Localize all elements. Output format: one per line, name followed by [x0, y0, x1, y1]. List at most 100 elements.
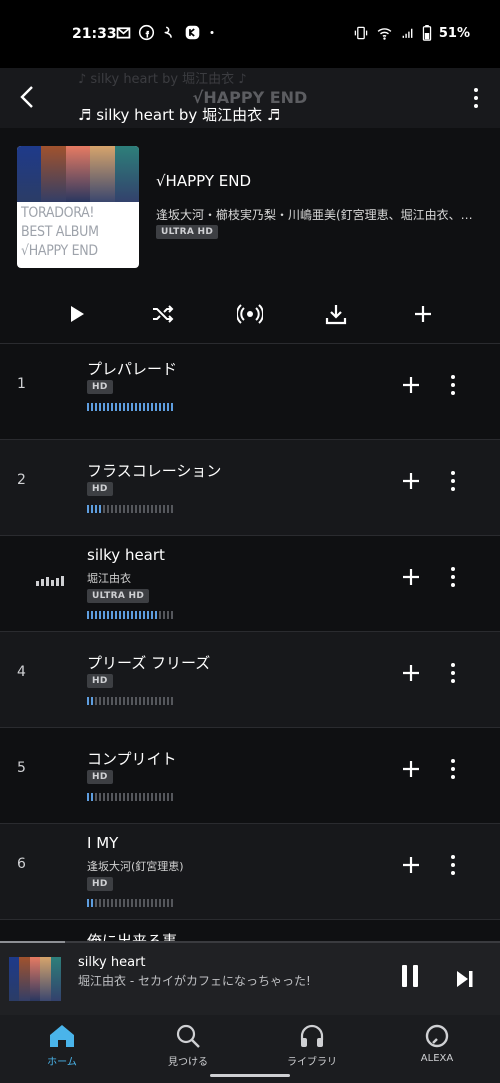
- track-title: フラスコレーション: [87, 462, 222, 480]
- signal-icon: [402, 28, 413, 38]
- pause-icon: [402, 965, 407, 987]
- facebook-icon: [138, 24, 155, 41]
- track-row[interactable]: 6 I MY 逢坂大河(釘宮理恵) HD: [0, 823, 500, 919]
- quality-bars: [87, 611, 173, 619]
- quality-badge: HD: [87, 770, 113, 784]
- battery-level: 51%: [438, 25, 470, 41]
- home-icon: [50, 1025, 74, 1047]
- add-track-button[interactable]: [398, 852, 424, 878]
- system-indicators: 51%: [353, 25, 470, 41]
- mini-player-artwork: [9, 957, 61, 1001]
- nav-library-label: ライブラリ: [287, 1057, 337, 1068]
- quality-badge: HD: [87, 482, 113, 496]
- status-bar: 21:33 51%: [0, 0, 500, 68]
- track-title: コンプリイト: [87, 750, 177, 768]
- track-title: プリーズ フリーズ: [87, 654, 211, 672]
- track-artist: 堀江由衣: [87, 572, 131, 585]
- nav-library[interactable]: ライブラリ: [262, 1019, 362, 1079]
- app-icon: [164, 26, 172, 38]
- nav-home[interactable]: ホーム: [12, 1019, 112, 1079]
- playback-progress[interactable]: [0, 941, 500, 943]
- track-row[interactable]: 4 プリーズ フリーズ HD: [0, 631, 500, 727]
- add-icon: [403, 761, 419, 777]
- quality-bars: [87, 403, 173, 411]
- track-row-playing[interactable]: silky heart 堀江由衣 ULTRA HD: [0, 535, 500, 631]
- track-more-button[interactable]: [443, 660, 463, 686]
- track-more-button[interactable]: [443, 756, 463, 782]
- play-button[interactable]: [57, 294, 97, 334]
- track-row[interactable]: 2 フラスコレーション HD: [0, 439, 500, 535]
- add-icon: [415, 306, 431, 322]
- add-icon: [403, 473, 419, 489]
- track-title: プレパレード: [87, 360, 178, 378]
- track-number: 2: [17, 472, 26, 488]
- album-artist[interactable]: 逢坂大河・櫛枝実乃梨・川嶋亜美(釘宮理恵、堀江由衣、…: [156, 206, 496, 223]
- cover-text: TORADORA! BEST ALBUM √HAPPY END: [21, 205, 99, 259]
- quality-badge: ULTRA HD: [87, 589, 150, 603]
- add-icon: [403, 569, 419, 585]
- dot-icon: [210, 31, 214, 34]
- track-title: I MY: [87, 834, 119, 852]
- track-row[interactable]: 5 コンプリイト HD: [0, 727, 500, 823]
- add-track-button[interactable]: [398, 468, 424, 494]
- track-number: 5: [17, 760, 26, 776]
- next-track-button[interactable]: [453, 965, 477, 993]
- download-button[interactable]: [316, 294, 356, 334]
- mini-player[interactable]: silky heart 堀江由衣 - セカイがカフェになっちゃった!: [0, 941, 500, 1015]
- radio-button[interactable]: [230, 294, 270, 334]
- add-icon: [403, 857, 419, 873]
- nav-home-label: ホーム: [47, 1057, 77, 1068]
- add-icon: [403, 665, 419, 681]
- quality-badge: HD: [87, 380, 113, 394]
- quality-badge: ULTRA HD: [156, 225, 219, 239]
- nav-search-label: 見つける: [168, 1057, 208, 1068]
- track-more-button[interactable]: [443, 468, 463, 494]
- track-more-button[interactable]: [443, 852, 463, 878]
- now-playing-caption: ♬ silky heart by 堀江由衣 ♬: [78, 106, 281, 124]
- add-track-button[interactable]: [398, 564, 424, 590]
- mini-player-subtitle: 堀江由衣 - セカイがカフェになっちゃった!: [78, 974, 311, 988]
- cover-art-figures: [17, 146, 139, 202]
- radio-icon: [237, 304, 263, 324]
- vibrate-icon: [354, 26, 368, 40]
- album-actions: [0, 294, 500, 334]
- track-row[interactable]: 1 プレパレード HD: [0, 343, 500, 439]
- app-header: ♪ silky heart by 堀江由衣 ♪ √HAPPY END ♬ sil…: [0, 68, 500, 128]
- track-title: silky heart: [87, 546, 165, 564]
- track-number: 4: [17, 664, 26, 680]
- add-track-button[interactable]: [398, 660, 424, 686]
- quality-badge: HD: [87, 877, 113, 891]
- add-track-button[interactable]: [398, 756, 424, 782]
- notification-icons: [115, 24, 217, 41]
- battery-icon: [422, 25, 432, 41]
- wifi-icon: [377, 28, 392, 40]
- more-options-button[interactable]: [466, 84, 486, 112]
- scrolling-caption: ♪ silky heart by 堀江由衣 ♪: [78, 72, 247, 87]
- search-icon: [176, 1024, 200, 1048]
- track-more-button[interactable]: [443, 564, 463, 590]
- album-section: TORADORA! BEST ALBUM √HAPPY END √HAPPY E…: [0, 128, 500, 343]
- track-artist: 逢坂大河(釘宮理恵): [87, 860, 184, 873]
- add-track-button[interactable]: [398, 372, 424, 398]
- gesture-bar: [210, 1074, 290, 1077]
- nav-alexa-label: ALEXA: [420, 1053, 454, 1064]
- quality-bars: [87, 793, 173, 801]
- clock: 21:33: [72, 26, 117, 42]
- track-number: 6: [17, 856, 26, 872]
- now-playing-icon: [36, 576, 64, 586]
- quality-bars: [87, 505, 173, 513]
- download-icon: [325, 305, 347, 325]
- skip-next-icon: [457, 971, 473, 987]
- track-more-button[interactable]: [443, 372, 463, 398]
- shuffle-button[interactable]: [143, 294, 183, 334]
- pause-button[interactable]: [398, 965, 422, 993]
- nav-alexa[interactable]: ALEXA: [387, 1019, 487, 1079]
- bottom-navigation: ホーム 見つける ライブラリ ALEXA: [0, 1015, 500, 1083]
- add-button[interactable]: [403, 294, 443, 334]
- headphones-icon: [300, 1024, 324, 1047]
- add-icon: [403, 377, 419, 393]
- nav-search[interactable]: 見つける: [138, 1019, 238, 1079]
- track-list: 1 プレパレード HD 2 フラスコレーション HD silky heart 堀…: [0, 343, 500, 951]
- album-cover: TORADORA! BEST ALBUM √HAPPY END: [17, 146, 139, 268]
- alexa-icon: [425, 1024, 449, 1048]
